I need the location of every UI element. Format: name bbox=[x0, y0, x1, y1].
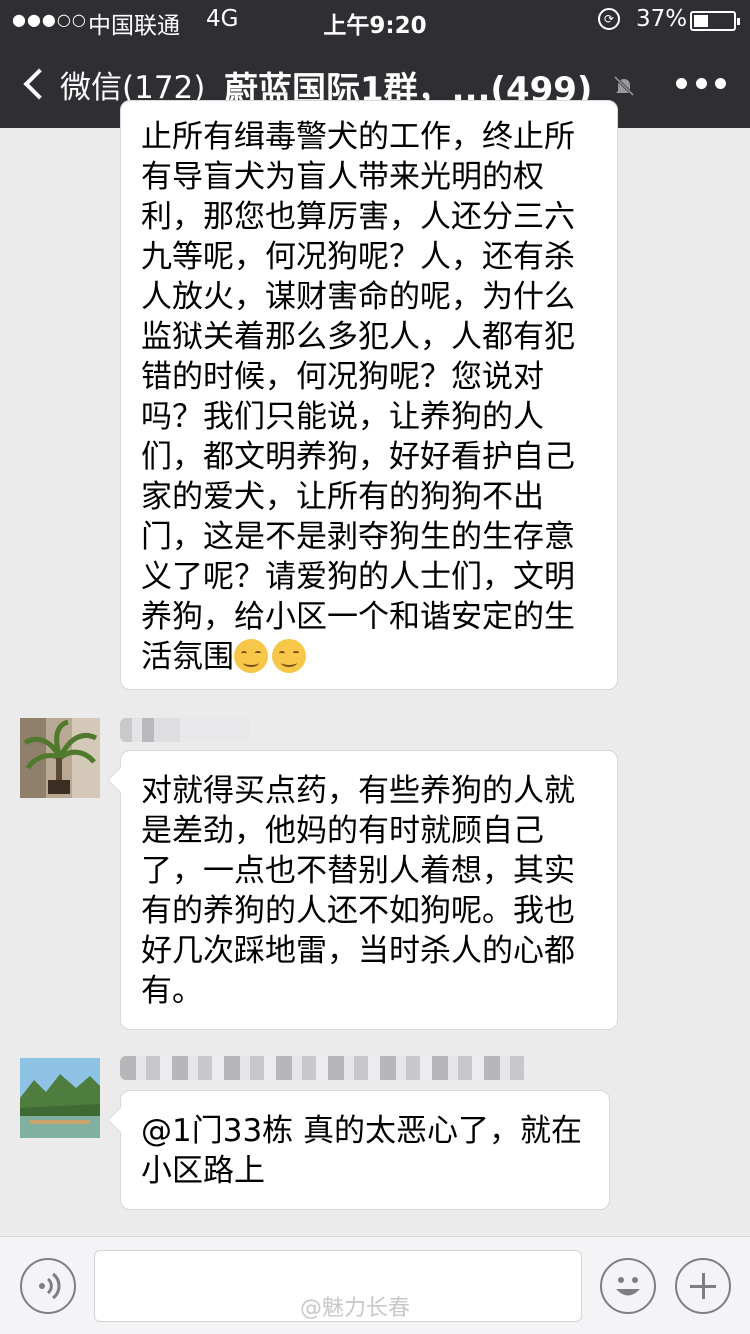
voice-button[interactable] bbox=[20, 1258, 76, 1314]
message-line: 人放火，谋财害命的呢，为什么 bbox=[141, 279, 575, 315]
smiley-icon bbox=[616, 1277, 640, 1296]
message-bubble[interactable]: @1门33栋 真的太恶心了，就在 小区路上 bbox=[107, 1090, 610, 1210]
message-line: 门，这是不是剥夺狗生的生存意 bbox=[141, 519, 575, 555]
sender-name-blurred bbox=[120, 1056, 530, 1080]
message-line: 家的爱犬，让所有的狗狗不出 bbox=[141, 479, 544, 515]
bubble-tail bbox=[107, 767, 133, 793]
bubble-tail bbox=[107, 1107, 133, 1133]
message-line: 有。 bbox=[141, 973, 203, 1009]
voice-icon bbox=[39, 1272, 61, 1300]
battery-percent: 37% bbox=[636, 6, 688, 32]
message-line: 监狱关着那么多犯人，人都有犯 bbox=[141, 319, 575, 355]
emoji-button[interactable] bbox=[600, 1258, 656, 1314]
more-dot bbox=[676, 78, 687, 89]
palm-plant-avatar-image bbox=[20, 718, 100, 798]
message-line: 养狗，给小区一个和谐安定的生 bbox=[141, 599, 575, 635]
message-line: 是差劲，他妈的有时就顾自己 bbox=[141, 813, 544, 849]
landscape-avatar-image bbox=[20, 1058, 100, 1138]
battery-icon bbox=[690, 11, 740, 31]
sender-name-blurred bbox=[120, 718, 250, 742]
smiling-blush-emoji-icon bbox=[272, 639, 306, 673]
message-line: 利，那您也算厉害，人还分三六 bbox=[141, 199, 575, 235]
chevron-left-icon bbox=[23, 68, 55, 100]
message-line: 有导盲犬为盲人带来光明的权 bbox=[141, 159, 544, 195]
message-line: 了，一点也不替别人着想，其实 bbox=[141, 853, 575, 889]
message-line-text: 活氛围 bbox=[141, 639, 234, 675]
more-button[interactable] bbox=[676, 78, 726, 92]
status-bar: ●●●○○ 中国联通 4G 上午9:20 ⟳ 37% bbox=[0, 0, 750, 40]
message-line: 九等呢，何况狗呢？人，还有杀 bbox=[141, 239, 575, 275]
message-line: 小区路上 bbox=[141, 1153, 265, 1189]
message-line: 止所有缉毒警犬的工作，终止所 bbox=[141, 119, 575, 155]
smiling-blush-emoji-icon bbox=[234, 639, 268, 673]
rotation-lock-icon: ⟳ bbox=[598, 8, 620, 30]
message-line: 对就得买点药，有些养狗的人就 bbox=[141, 773, 575, 809]
message-line: 们，都文明养狗，好好看护自己 bbox=[141, 439, 575, 475]
message-line: 有的养狗的人还不如狗呢。我也 bbox=[141, 893, 575, 929]
message-bubble[interactable]: 对就得买点药，有些养狗的人就 是差劲，他妈的有时就顾自己 了，一点也不替别人着想… bbox=[107, 750, 618, 1030]
message-bubble[interactable]: 止所有缉毒警犬的工作，终止所 有导盲犬为盲人带来光明的权 利，那您也算厉害，人还… bbox=[120, 100, 618, 690]
message-line-with-emoji: 活氛围 bbox=[141, 637, 597, 677]
message-line: 错的时候，何况狗呢？您说对 bbox=[141, 359, 544, 395]
more-dot bbox=[695, 78, 707, 89]
plus-button[interactable] bbox=[675, 1258, 731, 1314]
more-dot bbox=[715, 78, 726, 89]
watermark: @魅力长春 bbox=[300, 1296, 411, 1321]
message-line: @1门33栋 真的太恶心了，就在 bbox=[141, 1113, 583, 1149]
message-line: 吗？我们只能说，让养狗的人 bbox=[141, 399, 544, 435]
message-line: 好几次踩地雷，当时杀人的心都 bbox=[141, 933, 575, 969]
avatar[interactable] bbox=[20, 718, 100, 798]
message-line: 义了呢？请爱狗的人士们，文明 bbox=[141, 559, 575, 595]
avatar[interactable] bbox=[20, 1058, 100, 1138]
mute-bell-icon bbox=[613, 75, 635, 97]
